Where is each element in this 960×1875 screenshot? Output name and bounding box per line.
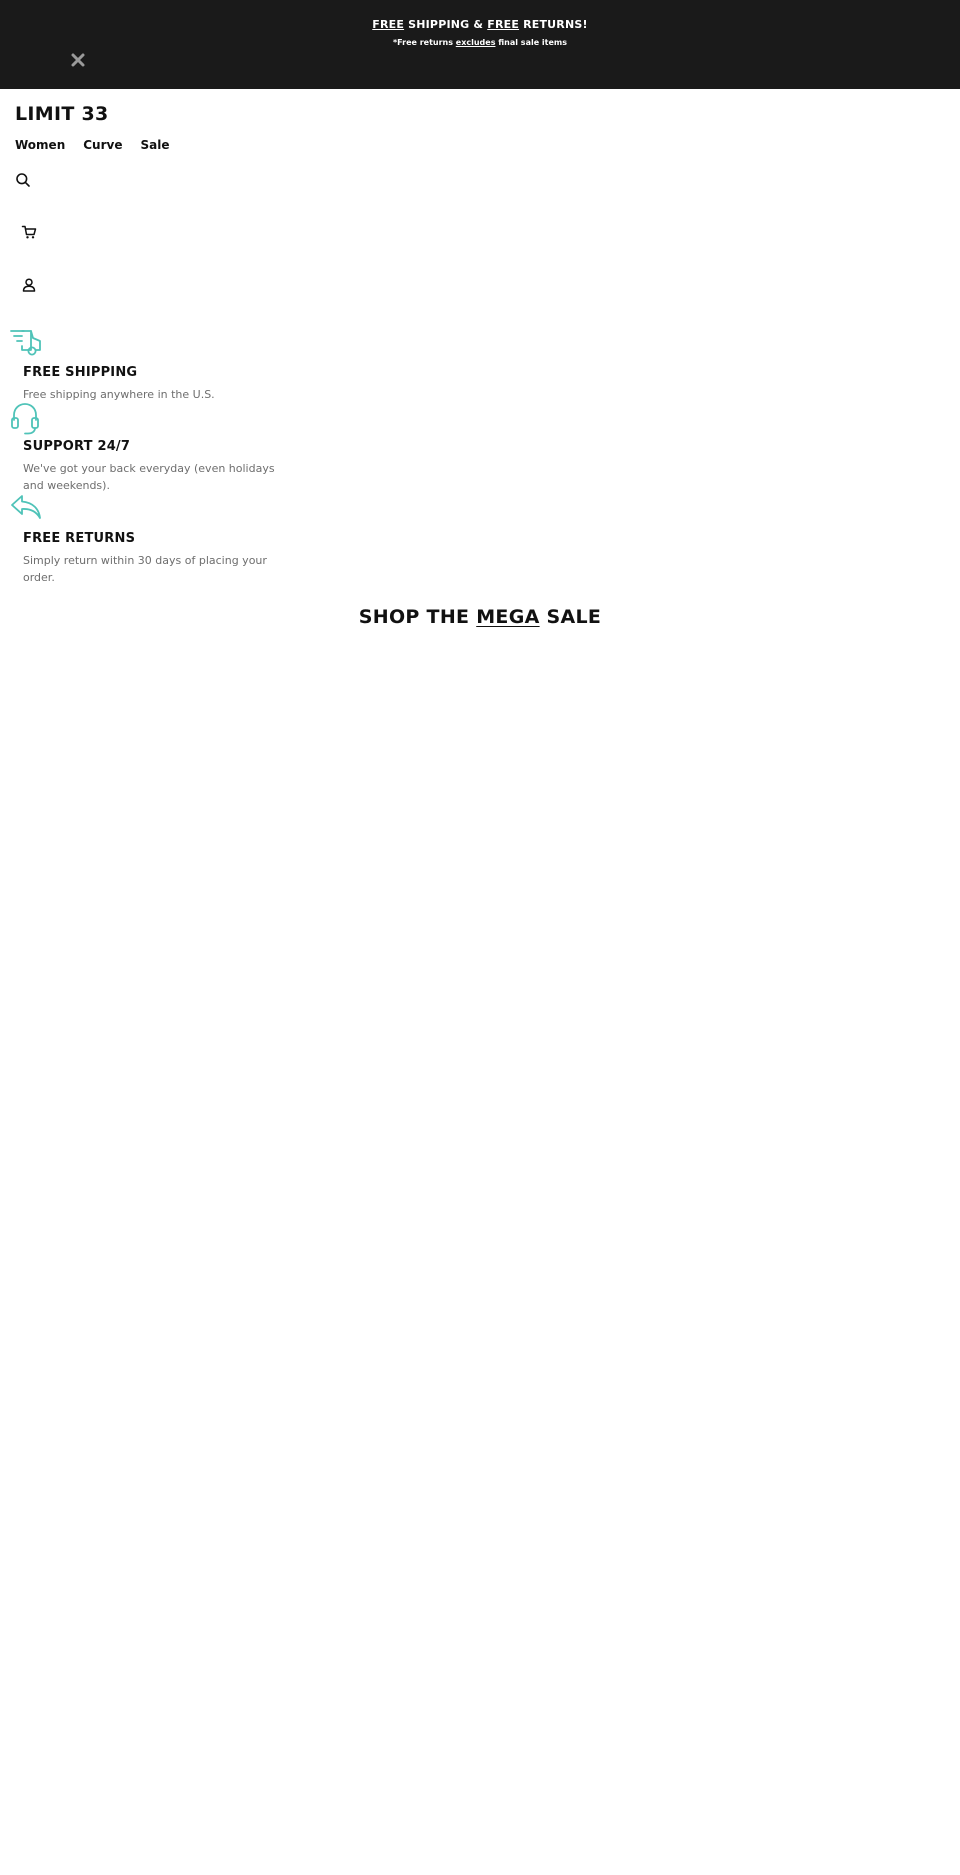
- search-icon: [16, 173, 30, 187]
- benefit-free-shipping: FREE SHIPPING Free shipping anywhere in …: [0, 328, 320, 403]
- announcement-headline: FREE SHIPPING & FREE RETURNS!: [0, 18, 960, 31]
- cart-button[interactable]: [21, 224, 37, 244]
- benefit-title: SUPPORT 24/7: [23, 439, 131, 454]
- user-icon: [22, 278, 36, 292]
- announcement-subline: *Free returns excludes final sale items: [0, 38, 960, 47]
- search-button[interactable]: [15, 172, 31, 192]
- mega-sale-link[interactable]: MEGA: [476, 606, 539, 628]
- benefit-free-returns: FREE RETURNS Simply return within 30 day…: [0, 494, 320, 584]
- cart-icon: [21, 225, 37, 239]
- announcement-subtext: *Free returns: [392, 38, 456, 47]
- nav-item-curve[interactable]: Curve: [83, 138, 122, 152]
- benefit-title: FREE RETURNS: [23, 531, 136, 546]
- account-button[interactable]: [21, 277, 37, 297]
- main-nav: Women Curve Sale: [15, 138, 187, 152]
- return-arrow-icon: [11, 495, 41, 519]
- benefit-text: We've got your back everyday (even holid…: [23, 462, 275, 492]
- headset-icon: [11, 403, 39, 435]
- announcement-subtext-end: final sale items: [495, 38, 568, 47]
- site-logo[interactable]: LIMIT 33: [15, 103, 109, 125]
- announcement-text: SHIPPING &: [404, 18, 488, 31]
- benefit-support: SUPPORT 24/7 We've got your back everyda…: [0, 402, 320, 492]
- sale-section-title: SHOP THE MEGA SALE: [0, 606, 960, 628]
- announcement-free-link-2[interactable]: FREE: [487, 18, 519, 31]
- close-announcement-button[interactable]: [70, 52, 86, 68]
- nav-item-sale[interactable]: Sale: [140, 138, 169, 152]
- excludes-link[interactable]: excludes: [456, 38, 496, 47]
- sale-title-end: SALE: [539, 606, 602, 628]
- close-icon: [71, 53, 85, 67]
- nav-item-women[interactable]: Women: [15, 138, 65, 152]
- benefit-title: FREE SHIPPING: [23, 365, 138, 380]
- sale-title-start: SHOP THE: [358, 606, 477, 628]
- benefit-text: Free shipping anywhere in the U.S.: [23, 388, 215, 401]
- delivery-truck-icon: [10, 330, 41, 356]
- announcement-free-link[interactable]: FREE: [372, 18, 404, 31]
- benefit-text: Simply return within 30 days of placing …: [23, 554, 267, 584]
- announcement-bar: FREE SHIPPING & FREE RETURNS! *Free retu…: [0, 0, 960, 89]
- announcement-text-end: RETURNS!: [519, 18, 588, 31]
